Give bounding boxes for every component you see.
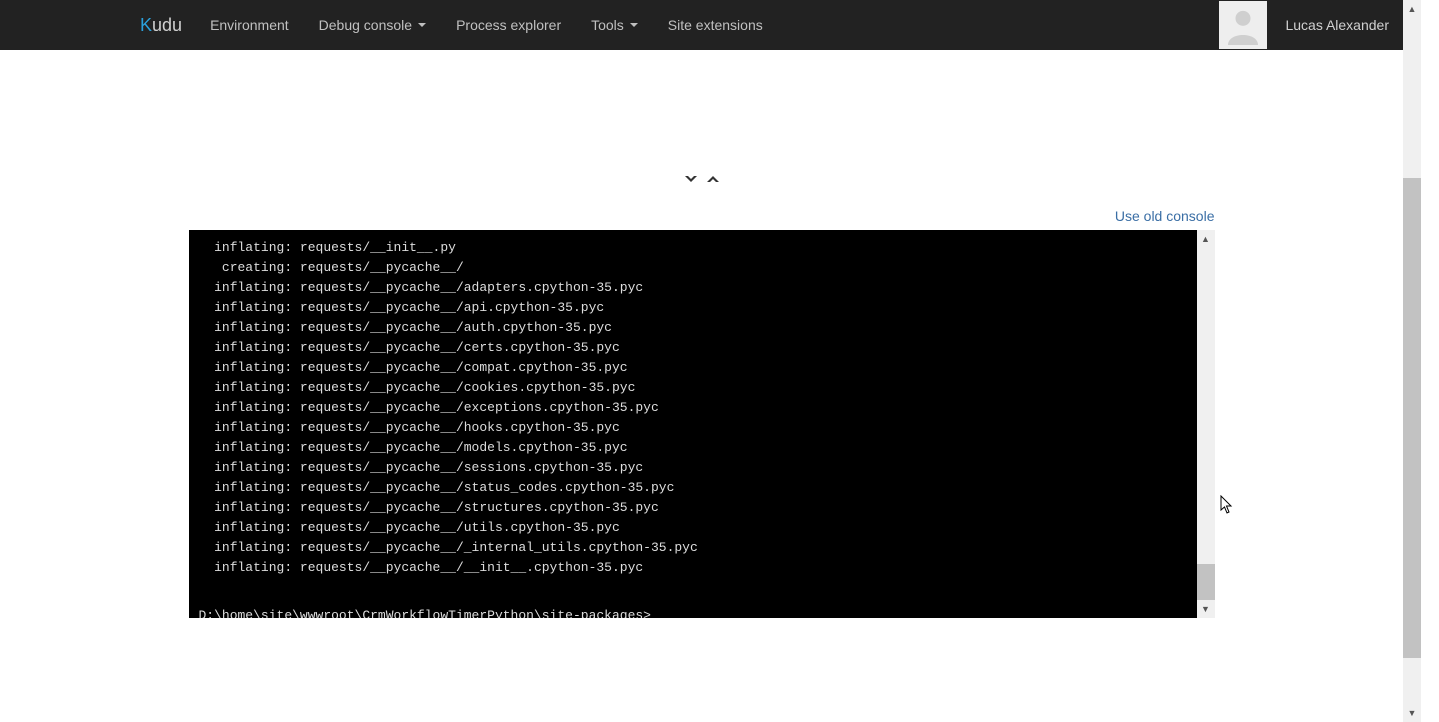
terminal-scrollbar[interactable]: ▲ ▼ — [1197, 230, 1215, 618]
nav-site-extensions-label: Site extensions — [668, 17, 763, 33]
console-resize-handles — [682, 170, 722, 188]
console-area: Use old console inflating: requests/__in… — [189, 206, 1215, 618]
terminal-output-line: inflating: requests/__pycache__/status_c… — [199, 478, 1187, 498]
nav-tools-label: Tools — [591, 17, 624, 33]
nav-process-explorer-label: Process explorer — [456, 17, 561, 33]
avatar[interactable] — [1219, 1, 1267, 49]
brand-letter-k: K — [140, 15, 152, 36]
page-scroll-up-button[interactable]: ▲ — [1403, 0, 1421, 18]
terminal-output-line: inflating: requests/__pycache__/compat.c… — [199, 358, 1187, 378]
nav-process-explorer[interactable]: Process explorer — [456, 17, 561, 33]
user-avatar-icon — [1223, 5, 1263, 45]
app-wrapper: Kudu Environment Debug console Process e… — [0, 0, 1421, 722]
terminal-output-line: inflating: requests/__pycache__/sessions… — [199, 458, 1187, 478]
terminal-output-line: inflating: requests/__pycache__/__init__… — [199, 558, 1187, 578]
terminal-blank — [199, 578, 1187, 586]
page-scroll-track[interactable] — [1403, 18, 1421, 704]
expand-down-button[interactable] — [682, 170, 700, 188]
terminal-scroll-up-button[interactable]: ▲ — [1197, 230, 1215, 248]
terminal-output-line: inflating: requests/__pycache__/certs.cp… — [199, 338, 1187, 358]
page-scrollbar[interactable]: ▲ ▼ — [1403, 0, 1421, 722]
nav-site-extensions[interactable]: Site extensions — [668, 17, 763, 33]
old-console-link-row: Use old console — [189, 206, 1215, 230]
use-old-console-link[interactable]: Use old console — [1115, 208, 1215, 224]
terminal-output-line: inflating: requests/__pycache__/cookies.… — [199, 378, 1187, 398]
nav-environment-label: Environment — [210, 17, 289, 33]
terminal-output-line: inflating: requests/__pycache__/auth.cpy… — [199, 318, 1187, 338]
nav-right: Lucas Alexander — [1219, 1, 1421, 49]
collapse-up-button[interactable] — [704, 170, 722, 188]
page-scroll-down-button[interactable]: ▼ — [1403, 704, 1421, 722]
brand-logo[interactable]: Kudu — [140, 15, 182, 36]
nav-environment[interactable]: Environment — [210, 17, 289, 33]
terminal-output-line: inflating: requests/__pycache__/exceptio… — [199, 398, 1187, 418]
terminal-output-line: creating: requests/__pycache__/ — [199, 258, 1187, 278]
terminal-output-line: inflating: requests/__init__.py — [199, 238, 1187, 258]
terminal-scroll-thumb[interactable] — [1197, 564, 1215, 600]
nav-debug-console-label: Debug console — [319, 17, 412, 33]
terminal-output-line: inflating: requests/__pycache__/hooks.cp… — [199, 418, 1187, 438]
caret-down-icon — [418, 23, 426, 27]
terminal-scroll-down-button[interactable]: ▼ — [1197, 600, 1215, 618]
terminal-output-line: inflating: requests/__pycache__/models.c… — [199, 438, 1187, 458]
nav-tools[interactable]: Tools — [591, 17, 638, 33]
chevron-up-icon — [704, 170, 722, 188]
terminal-output-line: inflating: requests/__pycache__/_interna… — [199, 538, 1187, 558]
page-scroll-thumb[interactable] — [1403, 178, 1421, 658]
username-label[interactable]: Lucas Alexander — [1285, 17, 1389, 33]
terminal-output-line: inflating: requests/__pycache__/adapters… — [199, 278, 1187, 298]
terminal-output-line: inflating: requests/__pycache__/structur… — [199, 498, 1187, 518]
terminal-box: inflating: requests/__init__.py creating… — [189, 230, 1215, 618]
chevron-down-icon — [682, 170, 700, 188]
navbar: Kudu Environment Debug console Process e… — [0, 0, 1421, 50]
terminal-output-line: inflating: requests/__pycache__/utils.cp… — [199, 518, 1187, 538]
nav-debug-console[interactable]: Debug console — [319, 17, 426, 33]
caret-down-icon — [630, 23, 638, 27]
terminal-prompt[interactable]: D:\home\site\wwwroot\CrmWorkflowTimerPyt… — [199, 606, 1187, 618]
brand-rest: udu — [152, 15, 182, 36]
content-area: Use old console inflating: requests/__in… — [0, 50, 1403, 722]
nav-items: Environment Debug console Process explor… — [210, 17, 763, 33]
terminal-output-line: inflating: requests/__pycache__/api.cpyt… — [199, 298, 1187, 318]
terminal[interactable]: inflating: requests/__init__.py creating… — [189, 230, 1197, 618]
